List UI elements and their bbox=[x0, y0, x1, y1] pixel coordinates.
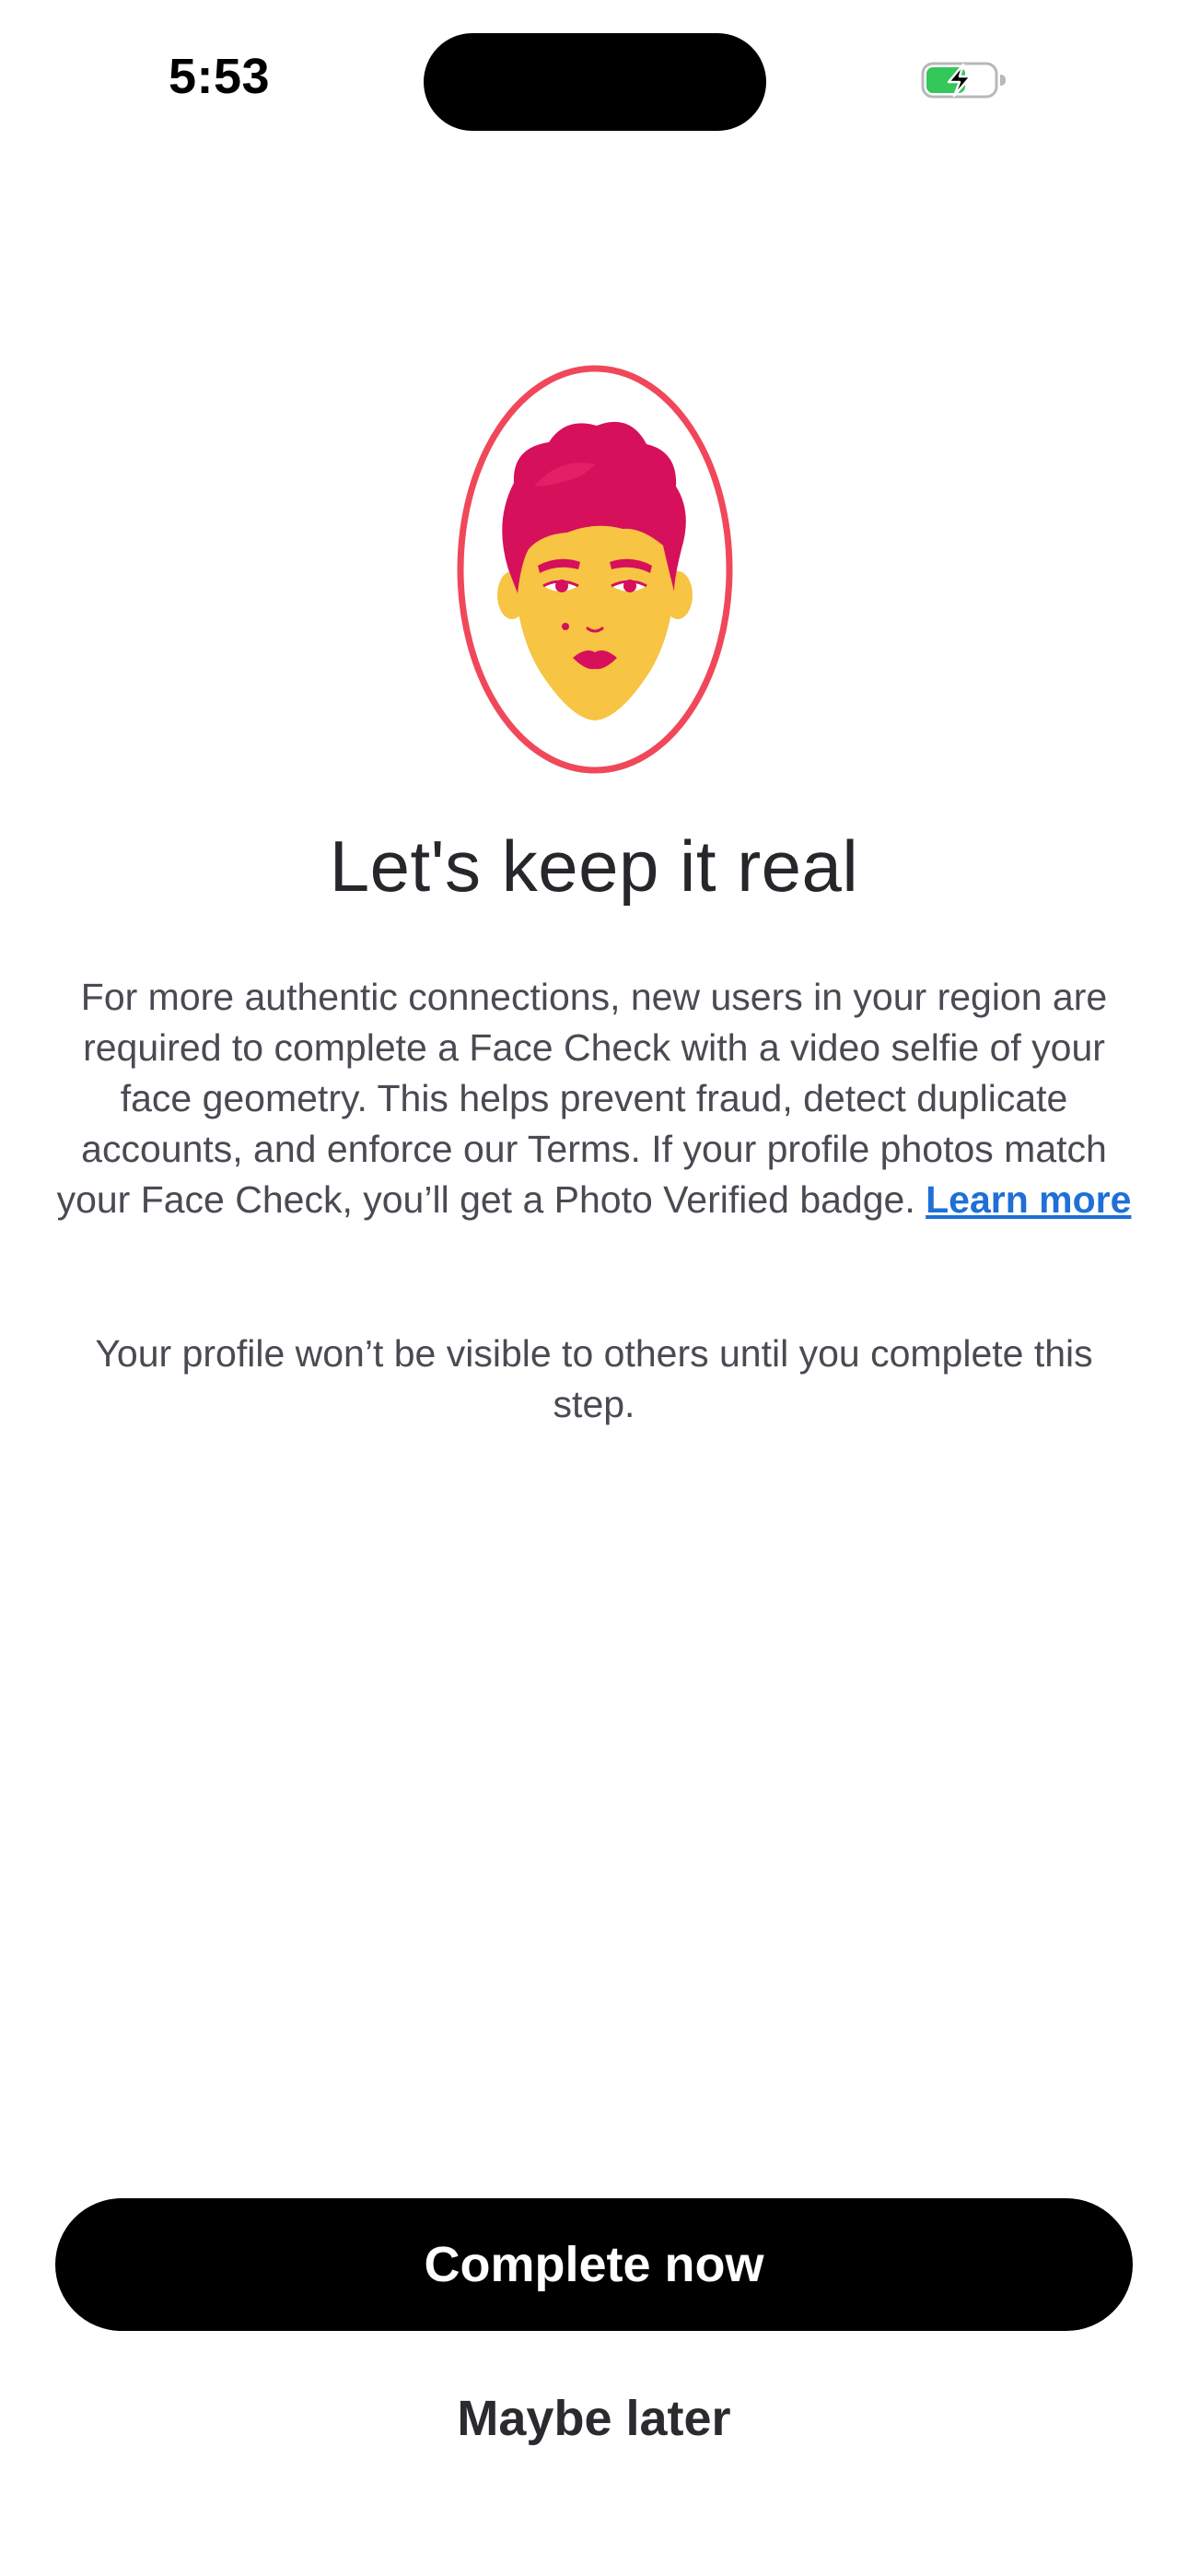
face-check-illustration bbox=[457, 365, 733, 774]
visibility-note: Your profile won’t be visible to others … bbox=[95, 1332, 1093, 1425]
complete-now-label: Complete now bbox=[424, 2237, 764, 2292]
maybe-later-button[interactable]: Maybe later bbox=[0, 2377, 1188, 2460]
status-bar: 5:53 bbox=[0, 0, 1188, 166]
dynamic-island bbox=[424, 33, 766, 131]
learn-more-link[interactable]: Learn more bbox=[926, 1178, 1131, 1221]
status-time: 5:53 bbox=[169, 49, 271, 104]
complete-now-button[interactable]: Complete now bbox=[55, 2198, 1133, 2331]
page-title: Let's keep it real bbox=[329, 825, 859, 907]
battery-charging-icon bbox=[921, 62, 1006, 99]
description-text: For more authentic connections, new user… bbox=[55, 972, 1133, 1225]
